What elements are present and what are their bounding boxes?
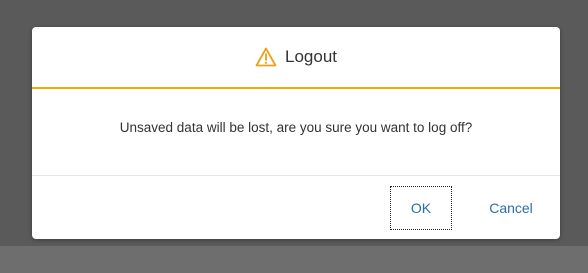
dialog-footer: OK Cancel [32,175,560,239]
dialog-header: Logout [32,27,560,89]
warning-icon [255,47,277,67]
logout-dialog: Logout Unsaved data will be lost, are yo… [32,27,560,239]
ok-button[interactable]: OK [390,186,452,230]
modal-overlay-bottom [0,246,588,273]
dialog-title: Logout [285,47,337,66]
dialog-message: Unsaved data will be lost, are you sure … [119,119,473,135]
dialog-content: Unsaved data will be lost, are you sure … [32,89,560,175]
cancel-button[interactable]: Cancel [472,186,550,230]
